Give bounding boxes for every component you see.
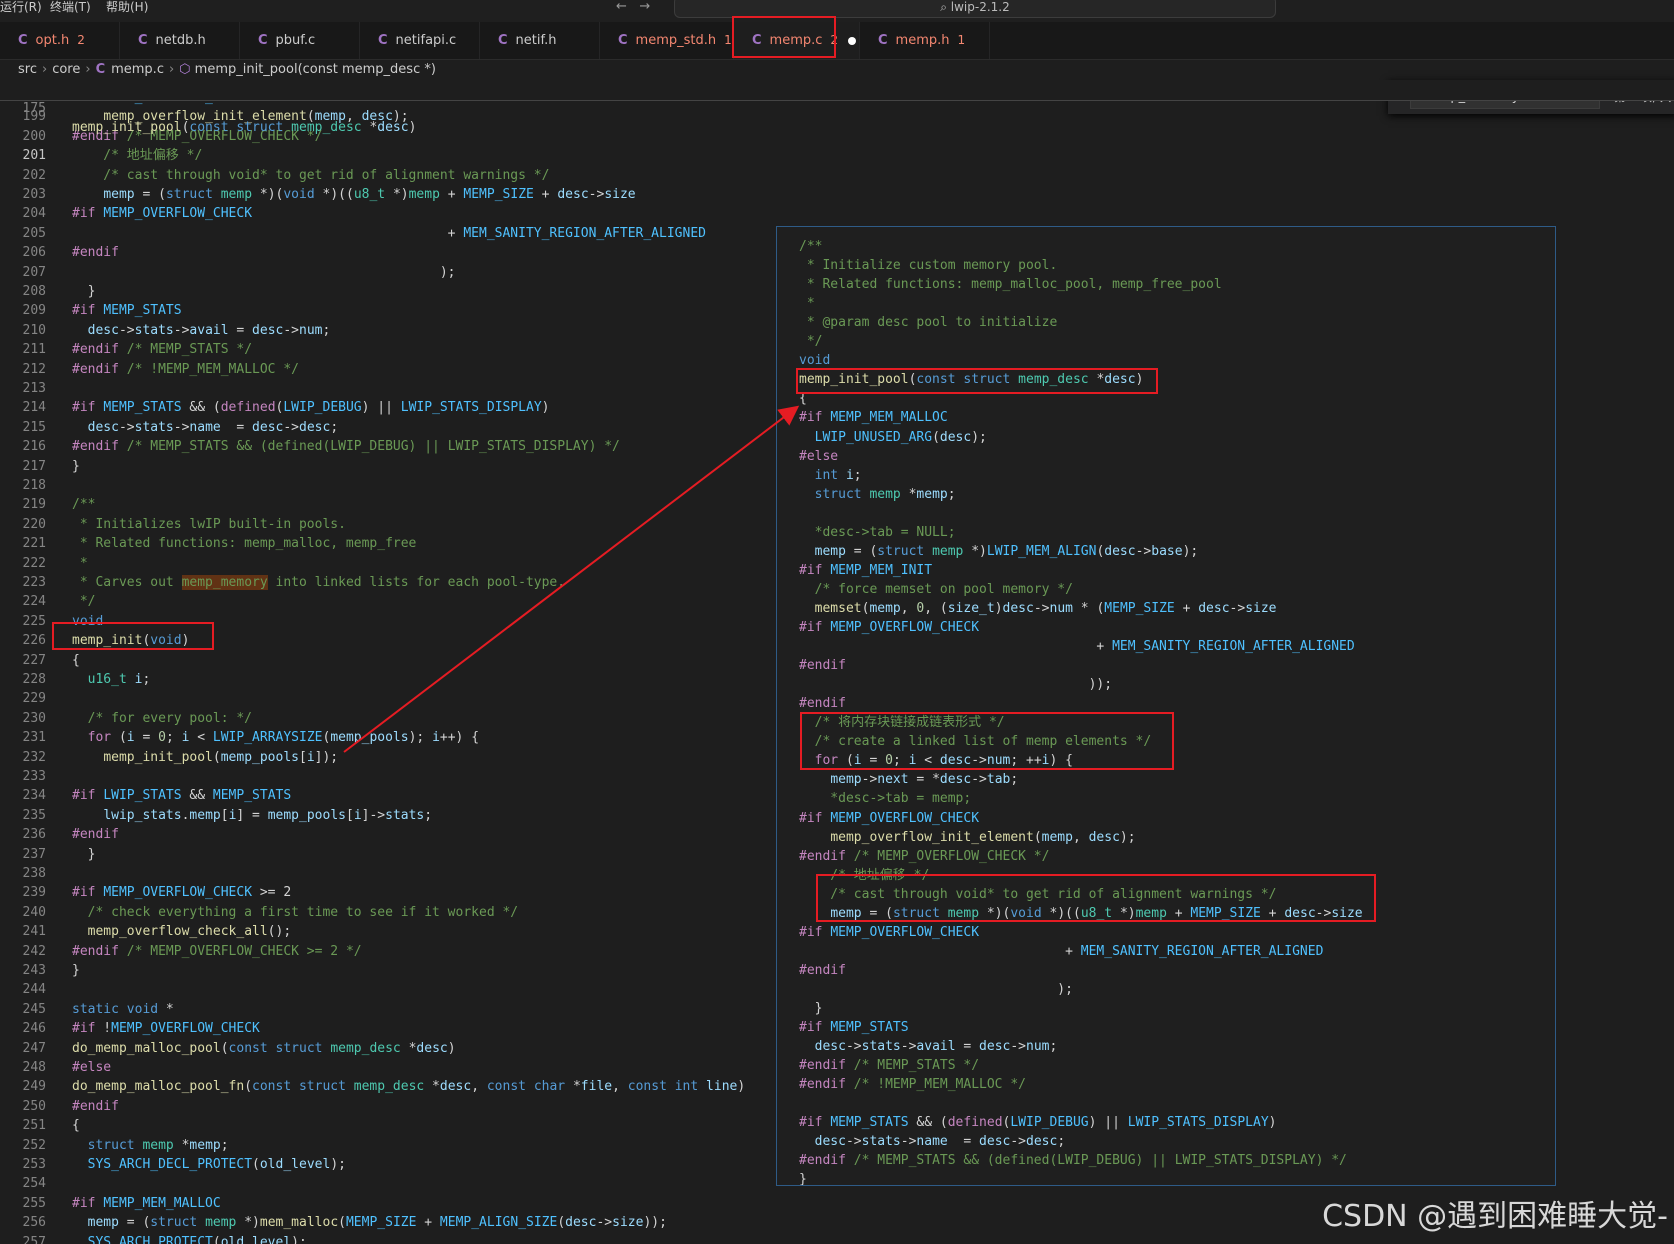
highlight-active-tab [732, 16, 836, 58]
arrow-line [343, 405, 800, 753]
highlight-linked-list-loop [800, 712, 1174, 770]
highlight-address-offset [816, 874, 1376, 922]
watermark: CSDN @遇到困难睡大觉- [1322, 1199, 1668, 1234]
highlight-memp-init-pool [796, 368, 1158, 394]
highlight-memp-init [52, 622, 214, 650]
annotation-arrow [343, 405, 800, 753]
